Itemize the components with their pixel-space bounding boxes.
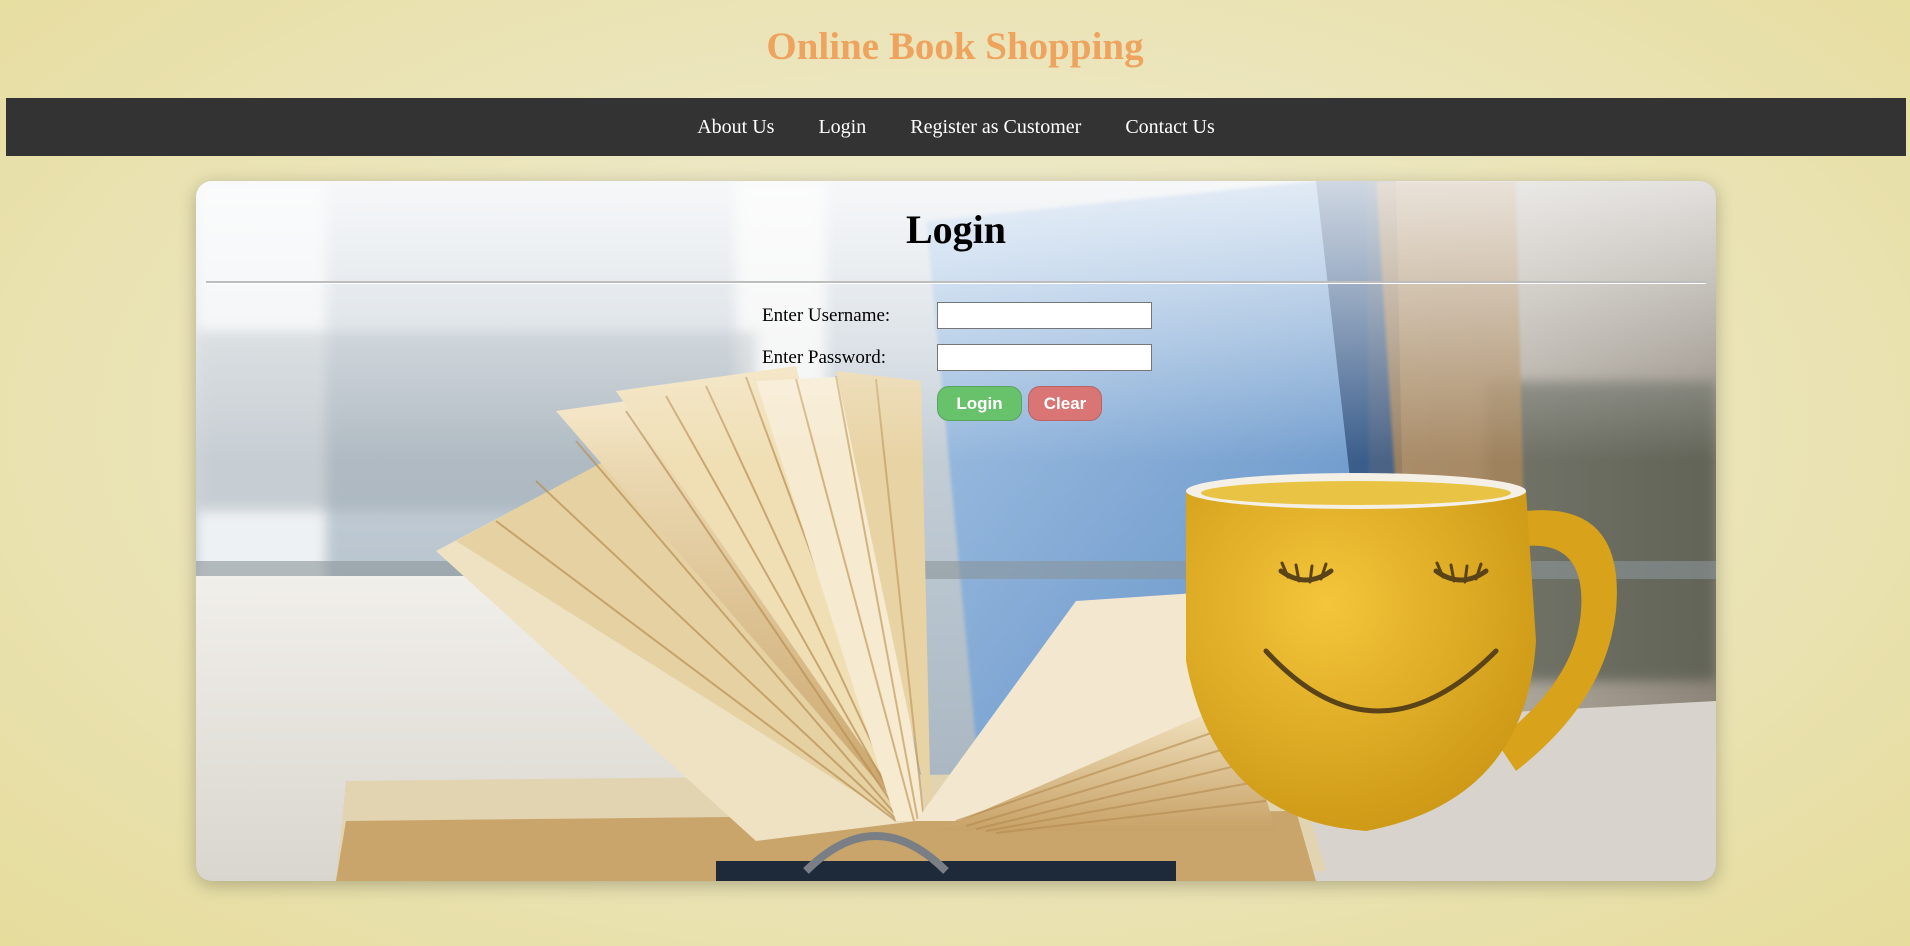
username-input[interactable] [937,302,1152,329]
form-buttons: Login Clear [937,386,1102,421]
navbar: About Us Login Register as Customer Cont… [6,98,1906,156]
heading-divider [206,281,1706,284]
nav-about-us[interactable]: About Us [675,98,796,156]
login-heading: Login [905,207,1007,252]
password-row: Enter Password: [762,344,1152,371]
login-card: Login Enter Username: Enter Password: Lo… [196,181,1716,881]
password-label: Enter Password: [762,346,887,368]
password-input[interactable] [937,344,1152,371]
nav-contact-us[interactable]: Contact Us [1103,98,1236,156]
nav-login[interactable]: Login [796,98,888,156]
username-label: Enter Username: [762,304,891,326]
nav-register-customer[interactable]: Register as Customer [888,98,1103,156]
login-form: Login Enter Username: Enter Password: Lo… [196,181,1716,881]
clear-button[interactable]: Clear [1028,386,1102,421]
username-row: Enter Username: [762,302,1152,329]
site-title: Online Book Shopping [766,25,1144,68]
login-button[interactable]: Login [937,386,1022,421]
